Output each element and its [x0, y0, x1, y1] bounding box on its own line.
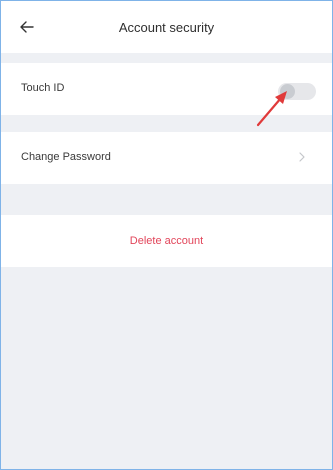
delete-account-row[interactable]: Delete account: [1, 215, 332, 267]
header-bar: Account security: [1, 1, 332, 53]
change-password-label: Change Password: [21, 151, 111, 163]
annotation-arrow-icon: [256, 91, 287, 127]
delete-account-button[interactable]: Delete account: [1, 235, 332, 247]
screen-frame: Account security Touch ID Change Passwor…: [0, 0, 333, 470]
page-title: Account security: [118, 20, 215, 35]
change-password-row[interactable]: Change Password: [1, 132, 332, 184]
touch-id-label: Touch ID: [21, 82, 65, 94]
chevron-right-icon: [296, 149, 308, 165]
